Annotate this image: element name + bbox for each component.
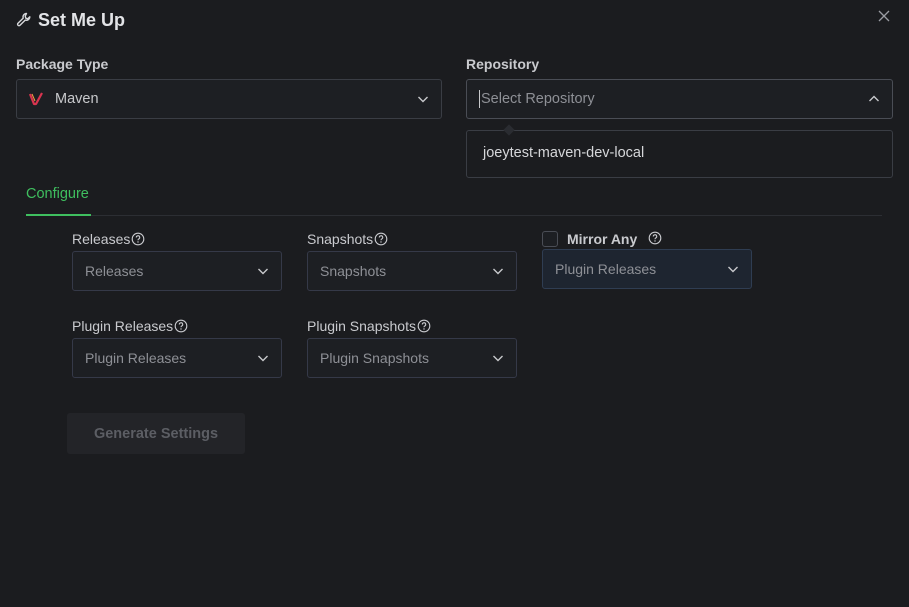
repository-placeholder: Select Repository: [481, 90, 595, 107]
mirror-any-checkbox[interactable]: [542, 231, 558, 247]
releases-label: Releases: [72, 231, 145, 247]
tab-active-indicator: [26, 214, 91, 216]
releases-select[interactable]: Releases: [72, 251, 282, 291]
chevron-down-icon: [492, 265, 504, 277]
snapshots-label-text: Snapshots: [307, 231, 374, 247]
plugin-snapshots-label: Plugin Snapshots: [307, 318, 431, 334]
close-icon[interactable]: [877, 9, 891, 23]
package-type-value: Maven: [55, 91, 99, 107]
repository-dropdown: joeytest-maven-dev-local: [466, 124, 893, 178]
releases-placeholder: Releases: [85, 263, 144, 279]
wrench-icon: [16, 12, 32, 28]
help-icon[interactable]: [131, 232, 145, 246]
mirror-any-select[interactable]: Plugin Releases: [542, 249, 752, 289]
plugin-releases-label: Plugin Releases: [72, 318, 188, 334]
maven-logo-icon: [29, 92, 43, 106]
chevron-down-icon: [257, 352, 269, 364]
snapshots-label: Snapshots: [307, 231, 388, 247]
modal-header: Set Me Up: [16, 8, 125, 32]
plugin-releases-placeholder: Plugin Releases: [85, 350, 187, 366]
plugin-snapshots-select[interactable]: Plugin Snapshots: [307, 338, 517, 378]
help-icon[interactable]: [174, 319, 188, 333]
repository-select[interactable]: Select Repository: [466, 79, 893, 119]
repository-label: Repository: [466, 56, 540, 72]
plugin-snapshots-label-text: Plugin Snapshots: [307, 318, 416, 334]
help-icon[interactable]: [417, 319, 431, 333]
package-type-select[interactable]: Maven: [16, 79, 442, 119]
tab-configure[interactable]: Configure: [26, 186, 89, 202]
plugin-snapshots-placeholder: Plugin Snapshots: [320, 350, 429, 366]
snapshots-placeholder: Snapshots: [320, 263, 387, 279]
chevron-up-icon: [868, 93, 880, 105]
help-icon[interactable]: [374, 232, 388, 246]
releases-label-text: Releases: [72, 231, 131, 247]
help-icon[interactable]: [648, 231, 662, 245]
set-me-up-modal: Set Me Up Package Type Maven Repository …: [0, 0, 909, 607]
chevron-down-icon: [257, 265, 269, 277]
mirror-any-label: Mirror Any: [567, 231, 638, 247]
repository-option[interactable]: joeytest-maven-dev-local: [483, 145, 644, 161]
plugin-releases-label-text: Plugin Releases: [72, 318, 174, 334]
generate-settings-button[interactable]: Generate Settings: [67, 413, 245, 454]
chevron-down-icon: [417, 93, 429, 105]
chevron-down-icon: [727, 263, 739, 275]
mirror-any-placeholder: Plugin Releases: [555, 261, 657, 277]
plugin-releases-select[interactable]: Plugin Releases: [72, 338, 282, 378]
tab-bar: Configure: [26, 180, 882, 216]
package-type-label: Package Type: [16, 56, 109, 72]
modal-title: Set Me Up: [38, 9, 126, 30]
chevron-down-icon: [492, 352, 504, 364]
snapshots-select[interactable]: Snapshots: [307, 251, 517, 291]
